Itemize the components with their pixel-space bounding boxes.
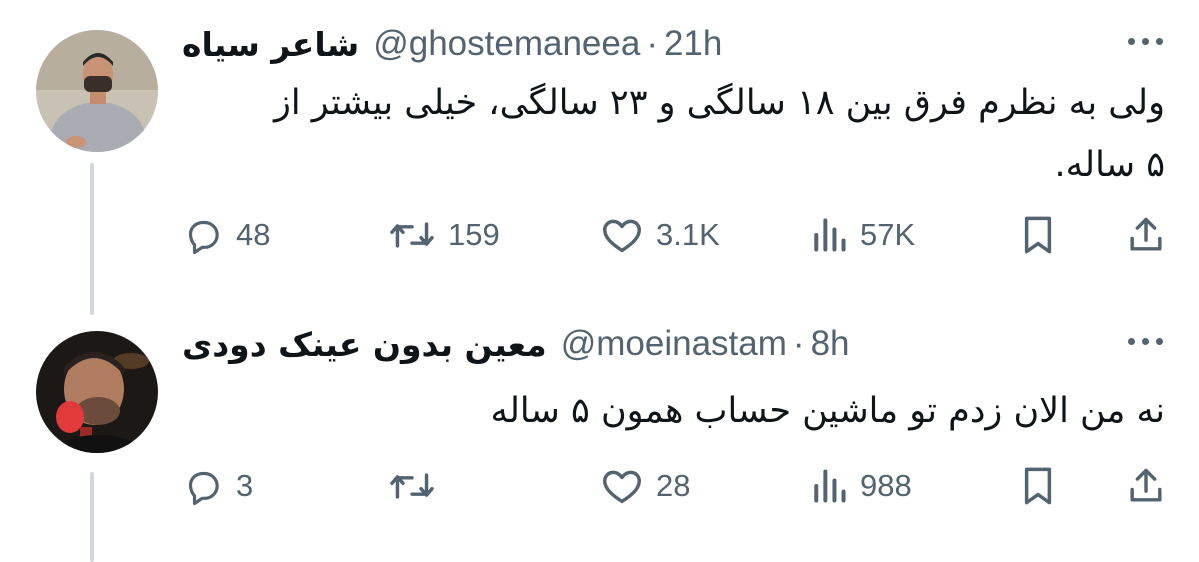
action-bar: 48 159 3.1K 57K — [182, 210, 1167, 260]
reply-bubble-icon — [188, 220, 219, 255]
separator-dot: · — [792, 324, 805, 363]
reply-bubble-icon — [188, 471, 219, 506]
tweet-2[interactable]: معین بدون عینک دودی @moeinastam · 8h نه … — [0, 300, 1199, 562]
like-count: 28 — [656, 468, 691, 503]
reply-button[interactable]: 3 — [182, 461, 253, 511]
tweet-text: نه من الان زدم تو ماشین حساب همون ۵ ساله — [185, 380, 1165, 442]
display-name[interactable]: معین بدون عینک دودی — [182, 325, 547, 364]
bookmark-icon — [1024, 216, 1052, 254]
dot — [1142, 338, 1149, 345]
bookmark-button[interactable] — [1020, 461, 1056, 511]
dot — [1142, 38, 1149, 45]
avatar[interactable] — [36, 331, 158, 453]
avatar-photo-icon — [36, 331, 158, 453]
thread-line — [90, 472, 94, 562]
views-count: 988 — [860, 468, 912, 503]
heart-icon — [602, 219, 641, 253]
like-count: 3.1K — [656, 217, 720, 252]
tweet-header: معین بدون عینک دودی @moeinastam · 8h — [182, 318, 850, 370]
like-button[interactable]: 28 — [600, 461, 690, 511]
bookmark-icon — [1024, 467, 1052, 505]
share-upload-icon — [1130, 468, 1162, 502]
retweet-button[interactable]: 159 — [388, 210, 500, 260]
dot — [1156, 338, 1163, 345]
share-button[interactable] — [1127, 210, 1165, 260]
separator-dot: · — [646, 24, 658, 63]
tweet-text-line: نه من الان زدم تو ماشین حساب همون ۵ ساله — [490, 391, 1165, 431]
share-button[interactable] — [1127, 461, 1165, 511]
views-count: 57K — [860, 217, 916, 252]
like-button[interactable]: 3.1K — [600, 210, 720, 260]
share-upload-icon — [1130, 217, 1162, 251]
avatar[interactable] — [36, 30, 158, 152]
dot — [1128, 338, 1135, 345]
user-handle[interactable]: @moeinastam — [561, 324, 787, 364]
tweet-text: ولی به نظرم فرق بین ۱۸ سالگی و ۲۳ سالگی،… — [165, 72, 1165, 196]
timestamp[interactable]: 21h — [664, 24, 722, 64]
views-button[interactable]: 57K — [810, 210, 915, 260]
action-bar: 3 28 988 — [182, 461, 1167, 511]
display-name[interactable]: شاعر سیاه — [182, 25, 359, 64]
views-button[interactable]: 988 — [810, 461, 912, 511]
reply-count: 3 — [236, 468, 254, 503]
dot — [1156, 38, 1163, 45]
retweet-count: 159 — [448, 217, 500, 252]
tweet-text-line: ولی به نظرم فرق بین ۱۸ سالگی و ۲۳ سالگی،… — [273, 83, 1165, 123]
thread-line — [90, 163, 94, 315]
more-dots-icon[interactable] — [1128, 38, 1163, 45]
reply-button[interactable]: 48 — [182, 210, 270, 260]
tweet-text-line: ۵ ساله. — [1054, 145, 1165, 185]
timestamp[interactable]: 8h — [811, 324, 850, 364]
tweet-header: شاعر سیاه @ghostemaneea · 21h — [182, 18, 722, 70]
tweet-1[interactable]: شاعر سیاه @ghostemaneea · 21h ولی به نظر… — [0, 0, 1199, 315]
retweet-icon — [390, 222, 434, 248]
heart-icon — [602, 470, 641, 504]
views-bar-chart-icon — [814, 218, 846, 252]
dot — [1128, 38, 1135, 45]
user-handle[interactable]: @ghostemaneea — [373, 24, 640, 64]
reply-count: 48 — [236, 217, 271, 252]
avatar-photo-icon — [36, 30, 158, 152]
retweet-icon — [390, 473, 434, 499]
views-bar-chart-icon — [814, 469, 846, 503]
more-dots-icon[interactable] — [1128, 338, 1163, 345]
bookmark-button[interactable] — [1020, 210, 1056, 260]
retweet-button[interactable] — [388, 461, 448, 511]
